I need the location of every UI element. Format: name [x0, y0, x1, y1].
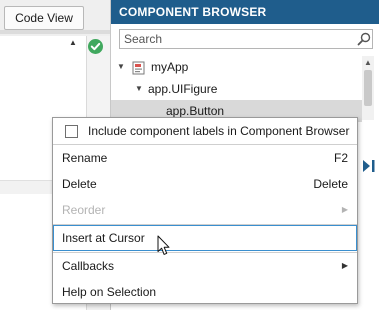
menu-item-label: Help on Selection — [62, 285, 157, 299]
expand-panel-icon[interactable] — [360, 156, 379, 176]
include-labels-label: Include component labels in Component Br… — [88, 124, 350, 138]
tree-label: myApp — [151, 60, 189, 74]
mouse-cursor-icon — [157, 235, 171, 257]
menu-item-help-on-selection[interactable]: Help on Selection — [53, 279, 357, 305]
menu-item-label: Delete — [62, 177, 97, 191]
include-labels-checkbox[interactable] — [65, 125, 78, 138]
include-labels-option[interactable]: Include component labels in Component Br… — [53, 118, 357, 144]
scroll-thumb[interactable] — [364, 70, 372, 106]
menu-item-insert-at-cursor[interactable]: Insert at Cursor — [53, 225, 357, 251]
expand-caret-icon[interactable]: ▼ — [117, 56, 127, 78]
menu-item-delete[interactable]: Delete Delete — [53, 171, 357, 197]
search-input[interactable] — [120, 30, 346, 48]
menu-item-shortcut: Delete — [313, 177, 348, 191]
toolbar-divider — [0, 30, 110, 34]
component-browser-title: COMPONENT BROWSER — [111, 0, 379, 24]
app-file-icon — [132, 60, 146, 75]
menu-item-label: Insert at Cursor — [62, 231, 145, 245]
menu-item-label: Reorder — [62, 203, 106, 217]
component-tree: ▼ myApp ▼ app.UIFigure app.Button — [111, 56, 379, 122]
context-menu: Include component labels in Component Br… — [52, 117, 358, 304]
submenu-arrow-icon: ▶ — [341, 205, 348, 214]
scroll-up-icon[interactable]: ▲ — [364, 58, 372, 67]
code-view-button[interactable]: Code View — [4, 6, 84, 30]
search-box — [119, 29, 373, 49]
tree-scrollbar[interactable]: ▲ — [362, 56, 374, 120]
menu-item-label: Callbacks — [62, 259, 115, 273]
expand-caret-icon[interactable]: ▼ — [135, 78, 145, 100]
menu-item-label: Rename — [62, 151, 108, 165]
app-window: Code View ▲ COMPONENT BROWSER ▼ — [0, 0, 379, 310]
submenu-arrow-icon: ▶ — [341, 261, 348, 270]
status-ok-icon — [88, 39, 103, 54]
tree-node-myapp[interactable]: ▼ myApp — [111, 56, 362, 78]
canvas-scroll-up-icon[interactable]: ▲ — [69, 38, 79, 48]
menu-item-shortcut: F2 — [333, 151, 348, 165]
tree-node-uifigure[interactable]: ▼ app.UIFigure — [111, 78, 362, 100]
menu-item-reorder: Reorder ▶ — [53, 197, 357, 223]
menu-item-rename[interactable]: Rename F2 — [53, 145, 357, 171]
search-icon[interactable] — [357, 32, 371, 46]
tree-label: app.UIFigure — [148, 82, 218, 96]
menu-item-callbacks[interactable]: Callbacks ▶ — [53, 253, 357, 279]
